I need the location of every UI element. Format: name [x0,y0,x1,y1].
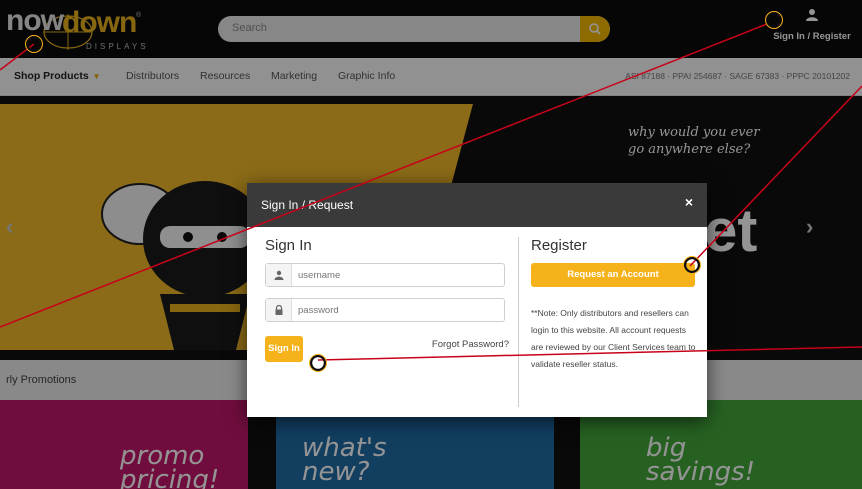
callout-marker-sign-in-button [309,354,327,372]
callout-annotations [0,11,862,372]
callout-line-request-account [689,85,862,267]
callout-marker-sign-in-register [765,11,783,29]
callout-line-sign-in-register [0,23,768,328]
callout-marker-request-account [683,256,701,274]
callout-line-sign-in-button [317,346,862,361]
